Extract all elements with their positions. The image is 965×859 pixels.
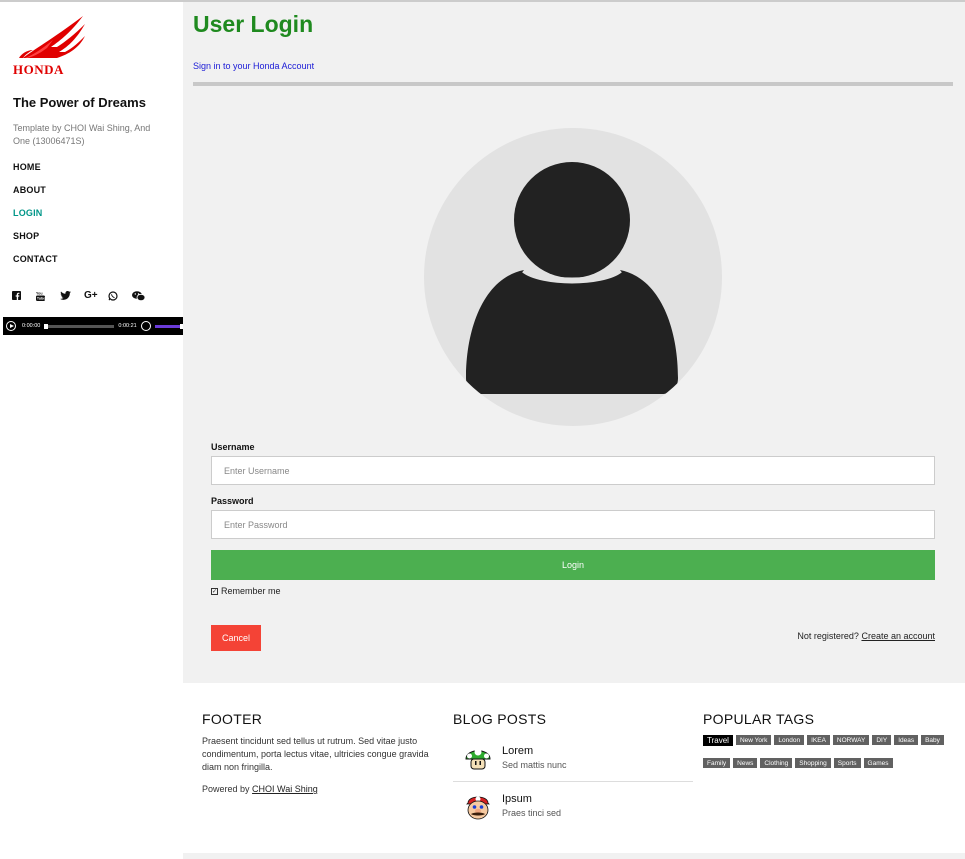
blog-post-title: Lorem — [502, 744, 534, 757]
footer: FOOTER Praesent tincidunt sed tellus ut … — [183, 683, 965, 859]
tag-new-york[interactable]: New York — [735, 735, 772, 745]
blog-post-subtitle: Sed mattis nunc — [502, 759, 567, 770]
not-registered-label: Not registered? — [797, 631, 859, 641]
login-form: Username Enter Username Password Enter P… — [211, 442, 935, 596]
tag-london[interactable]: London — [774, 735, 805, 745]
volume-slider[interactable] — [154, 323, 183, 329]
powered-by-link[interactable]: CHOI Wai Shing — [252, 784, 318, 794]
footer-bottom-bar — [183, 853, 965, 859]
audio-duration: 0:00:21 — [118, 323, 137, 329]
volume-icon[interactable] — [140, 321, 151, 331]
tag-family[interactable]: Family — [703, 758, 731, 768]
password-input[interactable]: Enter Password — [211, 510, 935, 539]
google-plus-icon[interactable]: G+ — [84, 290, 108, 301]
audio-progress-slider[interactable] — [44, 323, 115, 329]
tag-norway[interactable]: NORWAY — [832, 735, 870, 745]
tag-news[interactable]: News — [733, 758, 758, 768]
main-nav: HOME ABOUT LOGIN SHOP CONTACT — [13, 162, 58, 277]
sidebar: HONDA The Power of Dreams Template by CH… — [3, 2, 183, 859]
honda-logo[interactable]: HONDA — [13, 14, 87, 78]
remember-label: Remember me — [221, 586, 281, 596]
page-subtitle: Sign in to your Honda Account — [193, 61, 315, 71]
audio-current-time: 0:00:00 — [22, 323, 41, 329]
tag-list: Travel New York London IKEA NORWAY DIY I… — [703, 735, 953, 768]
blog-post-item[interactable]: Lorem Sed mattis nunc — [453, 733, 693, 781]
tag-baby[interactable]: Baby — [921, 735, 944, 745]
brand-title: The Power of Dreams — [13, 95, 146, 110]
footer-blog-posts: BLOG POSTS Lorem Sed mattis nunc Ipsum P… — [453, 711, 693, 829]
user-avatar-icon — [424, 128, 722, 426]
blog-post-subtitle: Praes tinci sed — [502, 808, 562, 818]
tag-ideas[interactable]: Ideas — [894, 735, 919, 745]
password-label: Password — [211, 496, 254, 506]
wechat-icon[interactable] — [132, 290, 156, 301]
nav-item-shop[interactable]: SHOP — [13, 231, 58, 254]
create-account-link[interactable]: Create an account — [861, 631, 935, 641]
blog-post-title: Ipsum — [502, 793, 532, 805]
nav-item-about[interactable]: ABOUT — [13, 185, 58, 208]
popular-tags-title: POPULAR TAGS — [703, 711, 815, 727]
powered-by: Powered by CHOI Wai Shing — [202, 783, 447, 796]
logo-text: HONDA — [13, 62, 64, 77]
tag-shopping[interactable]: Shopping — [795, 758, 831, 768]
title-divider — [193, 82, 953, 86]
footer-about: FOOTER Praesent tincidunt sed tellus ut … — [202, 711, 447, 796]
youtube-icon[interactable]: You Tube — [36, 290, 60, 301]
remember-checkbox[interactable]: ✓ — [211, 587, 218, 595]
remember-me[interactable]: ✓ Remember me — [211, 586, 935, 596]
not-registered-text: Not registered? Create an account — [797, 631, 935, 641]
tag-travel[interactable]: Travel — [703, 735, 733, 746]
username-input[interactable]: Enter Username — [211, 456, 935, 485]
mario-icon — [466, 796, 490, 819]
audio-player: 0:00:00 0:00:21 — [3, 317, 183, 335]
brand-subtitle: Template by CHOI Wai Shing, And One (130… — [13, 123, 151, 146]
footer-title: FOOTER — [202, 711, 263, 727]
whatsapp-icon[interactable] — [108, 290, 132, 301]
social-links: You Tube G+ — [12, 290, 156, 301]
blog-posts-title: BLOG POSTS — [453, 711, 547, 727]
footer-popular-tags: POPULAR TAGS Travel New York London IKEA… — [703, 711, 953, 768]
tag-games[interactable]: Games — [863, 758, 893, 768]
main-content: User Login Sign in to your Honda Account… — [183, 2, 965, 683]
nav-item-contact[interactable]: CONTACT — [13, 254, 58, 277]
cancel-button[interactable]: Cancel — [211, 625, 261, 651]
svg-text:You: You — [36, 291, 43, 295]
green-mushroom-icon — [465, 748, 491, 770]
tag-diy[interactable]: DIY — [872, 735, 892, 745]
tag-ikea[interactable]: IKEA — [807, 735, 830, 745]
footer-text: Praesent tincidunt sed tellus ut rutrum.… — [202, 736, 429, 772]
svg-text:Tube: Tube — [37, 296, 45, 300]
facebook-icon[interactable] — [12, 290, 36, 301]
twitter-icon[interactable] — [60, 290, 84, 301]
blog-post-item[interactable]: Ipsum Praes tinci sed — [453, 781, 693, 829]
play-icon[interactable] — [6, 321, 16, 331]
page-title: User Login — [193, 11, 314, 37]
nav-item-login[interactable]: LOGIN — [13, 208, 58, 231]
login-button[interactable]: Login — [211, 550, 935, 580]
nav-item-home[interactable]: HOME — [13, 162, 58, 185]
tag-sports[interactable]: Sports — [833, 758, 861, 768]
powered-prefix: Powered by — [202, 784, 250, 794]
tag-clothing[interactable]: Clothing — [760, 758, 793, 768]
username-label: Username — [211, 442, 255, 452]
